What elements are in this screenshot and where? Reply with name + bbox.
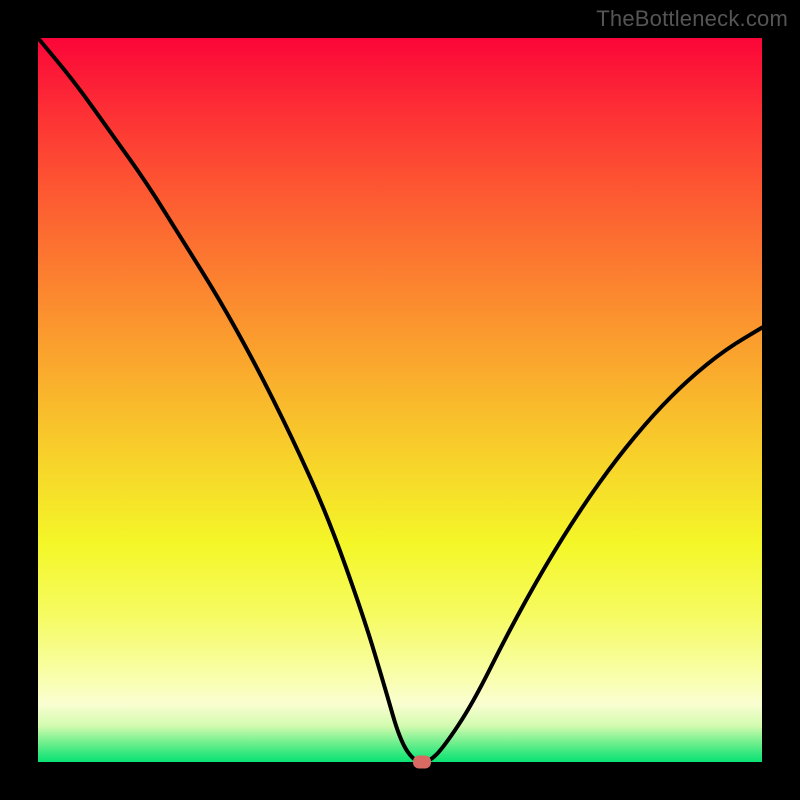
chart-plot-area	[38, 38, 762, 762]
curve-path	[38, 38, 762, 762]
watermark-text: TheBottleneck.com	[596, 6, 788, 32]
minimum-marker	[413, 756, 431, 769]
bottleneck-curve	[38, 38, 762, 762]
chart-stage: TheBottleneck.com	[0, 0, 800, 800]
